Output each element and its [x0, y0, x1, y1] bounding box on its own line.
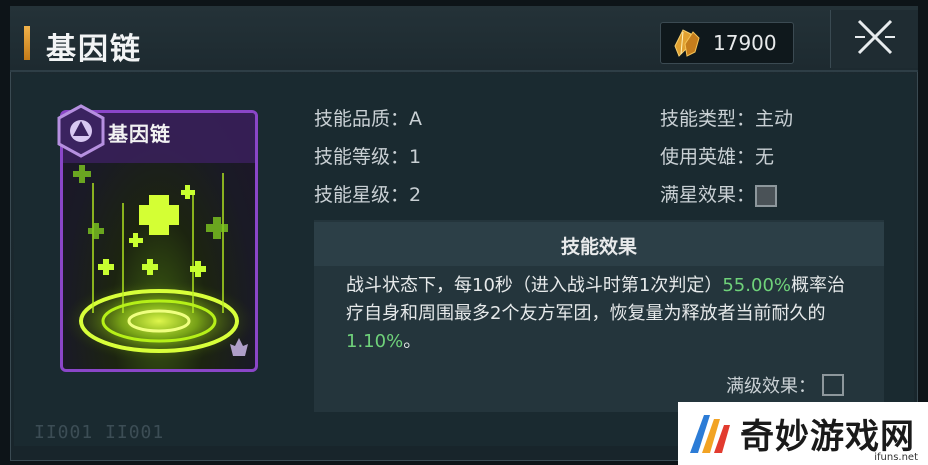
- effect-title: 技能效果: [560, 236, 637, 258]
- rank-flame-icon: [228, 336, 250, 358]
- currency-display: 17900: [660, 22, 794, 64]
- crystal-icon: [669, 26, 703, 60]
- hexagon-emblem-icon: [56, 104, 106, 158]
- type-label: 技能类型：: [660, 108, 756, 130]
- maxlevel-checkbox[interactable]: [822, 374, 844, 396]
- stat-quality: 技能品质：A: [314, 104, 422, 131]
- effect-percent-2: 1.10%: [346, 331, 404, 352]
- effect-text-part1: 战斗状态下，每10秒（进入战斗时第1次判定）: [346, 275, 723, 296]
- page-title: 基因链: [46, 32, 142, 67]
- hero-label: 使用英雄：: [660, 146, 756, 168]
- watermark-text: 奇妙游戏网: [740, 417, 915, 457]
- level-label: 技能等级：: [314, 146, 410, 168]
- stat-maxstar: 满星效果：: [660, 180, 778, 207]
- maxstar-checkbox[interactable]: [755, 184, 778, 207]
- maxlevel-effect: 满级效果：: [726, 372, 844, 398]
- stat-level: 技能等级：1: [314, 142, 421, 169]
- stat-star: 技能星级：2: [314, 180, 421, 207]
- close-button[interactable]: [830, 10, 918, 68]
- decorative-barcode: II001 II001: [34, 422, 165, 443]
- maxstar-label: 满星效果：: [660, 184, 756, 206]
- quality-value: A: [409, 108, 423, 130]
- star-label: 技能星级：: [314, 184, 410, 206]
- star-value: 2: [409, 184, 422, 206]
- stat-hero: 使用英雄：无: [660, 142, 774, 169]
- close-icon: [853, 17, 897, 61]
- currency-value: 17900: [713, 31, 777, 55]
- stat-type: 技能类型：主动: [660, 104, 793, 131]
- watermark-logo-icon: [690, 414, 730, 453]
- quality-label: 技能品质：: [314, 108, 410, 130]
- watermark-url: ifuns.net: [874, 452, 918, 463]
- level-value: 1: [409, 146, 422, 168]
- effect-percent-1: 55.00%: [722, 275, 791, 296]
- maxlevel-label: 满级效果：: [726, 376, 816, 397]
- site-watermark: 奇妙游戏网 ifuns.net: [678, 402, 928, 465]
- title-accent-bar: [24, 26, 30, 60]
- effect-text-part3: 。: [403, 331, 422, 352]
- type-value: 主动: [755, 108, 794, 130]
- card-name: 基因链: [108, 122, 171, 146]
- effect-description: 战斗状态下，每10秒（进入战斗时第1次判定）55.00%概率治疗自身和周围最多2…: [346, 272, 846, 356]
- hero-value: 无: [755, 146, 775, 168]
